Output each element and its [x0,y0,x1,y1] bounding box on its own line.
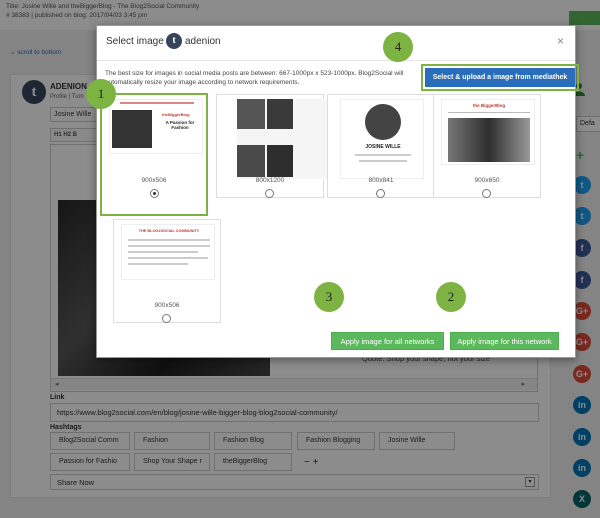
apply-this-network-button[interactable]: Apply image for this network [450,332,559,350]
image-size-label: 900x650 [474,177,500,184]
image-radio[interactable] [265,189,274,198]
thumb-caption: A Passion for Fashion [165,120,195,130]
thumb-photo [448,118,530,162]
thumb-photo [237,145,265,177]
image-radio[interactable] [162,314,171,323]
modal-title: Select image | [106,36,170,47]
modal-header: Select image | t adenion × [97,26,575,61]
thumb-photo [267,145,293,177]
close-icon[interactable]: × [557,34,564,48]
image-option-1[interactable]: theBiggerBlog A Passion for Fashion 900x… [100,93,208,216]
image-size-label: 900x506 [154,302,180,309]
image-option-2[interactable]: 800x1200 [216,94,331,198]
thumb-caption: THE BLOG2SOCIAL COMMUNITY [138,229,200,233]
image-size-label: 800x841 [368,177,394,184]
upload-highlight: Select & upload a image from mediathek [421,64,579,91]
image-option-4[interactable]: the BiggerBlog 900x650 [433,94,541,198]
thumb-line [128,257,208,259]
thumb-line [128,251,198,253]
thumb-caption: JOSINE WILLE [365,144,401,150]
thumb-photo [267,99,293,129]
step-badge-4: 4 [383,32,413,62]
thumb-photo [112,110,152,148]
step-badge-3: 3 [314,282,344,312]
image-option-5[interactable]: THE BLOG2SOCIAL COMMUNITY 900x506 [113,219,221,323]
thumb-line [355,154,411,156]
thumb-nav [448,112,530,113]
step-badge-2: 2 [436,282,466,312]
image-radio[interactable] [150,189,159,198]
thumb-line [128,245,210,247]
thumb-photo [237,99,265,129]
thumbnail-blog-page: the BiggerBlog [441,99,535,165]
image-size-info: The best size for images in social media… [105,70,404,86]
thumb-brand-text: the BiggerBlog [472,103,506,108]
thumb-line [128,239,210,241]
thumbnail-community: THE BLOG2SOCIAL COMMUNITY [121,224,215,280]
image-option-3[interactable]: JOSINE WILLE 800x841 [327,94,435,198]
modal-account-name: adenion [185,36,221,47]
apply-all-networks-button[interactable]: Apply image for all networks [331,332,444,350]
image-size-label: 800x1200 [255,177,285,184]
tumblr-logo-icon: t [166,33,182,49]
thumb-brand-text: theBiggerBlog [162,112,190,117]
step-badge-1: 1 [86,79,116,109]
thumb-top-bar [120,102,194,104]
thumbnail-profile: JOSINE WILLE [340,99,424,179]
image-radio[interactable] [376,189,385,198]
image-radio[interactable] [482,189,491,198]
thumbnail-passion-fashion: theBiggerBlog A Passion for Fashion [109,99,203,154]
image-size-label: 900x506 [141,177,167,184]
upload-from-mediathek-button[interactable]: Select & upload a image from mediathek [425,68,575,87]
thumb-line [128,263,188,265]
thumb-avatar [365,104,401,140]
thumbnail-collage [237,99,331,179]
thumb-line [359,160,407,162]
